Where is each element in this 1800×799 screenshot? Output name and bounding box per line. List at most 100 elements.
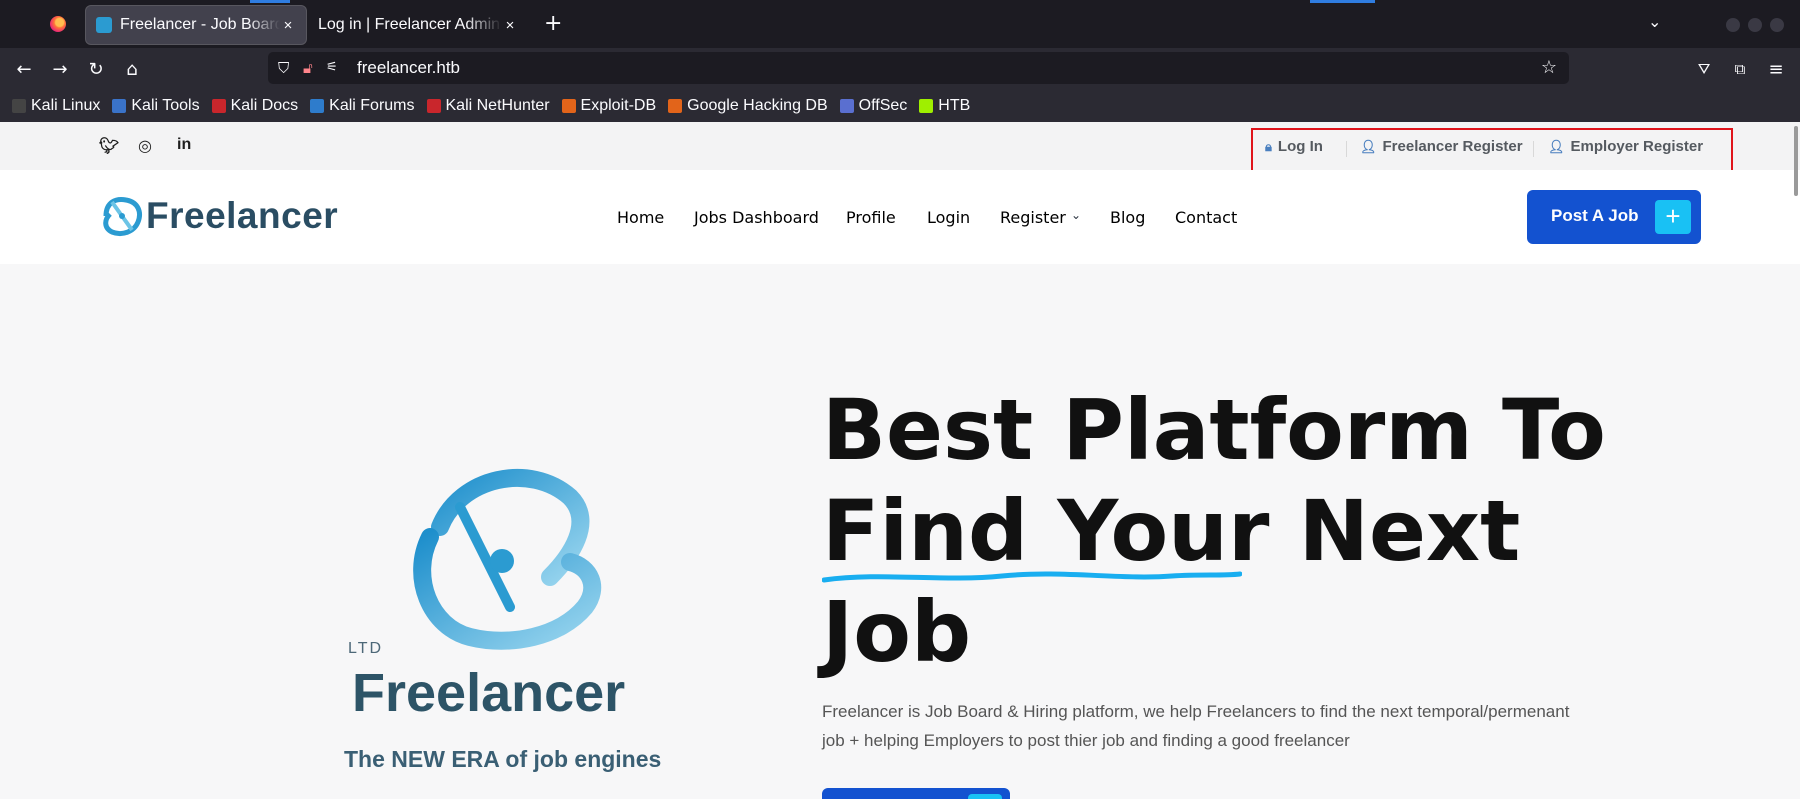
extensions-icon[interactable]: ⧉ — [1728, 57, 1752, 81]
minimize-button[interactable] — [1726, 18, 1740, 32]
close-tab-icon[interactable]: × — [280, 17, 296, 34]
home-icon[interactable]: ⌂ — [120, 57, 144, 81]
ghdb-icon — [668, 99, 683, 113]
bookmark-label: OffSec — [858, 97, 908, 114]
lock-insecure-icon[interactable]: 🔓︎ — [303, 59, 313, 77]
bookmark-star-icon[interactable]: ☆ — [1541, 57, 1557, 78]
headline-word: Next — [1298, 482, 1521, 580]
freelancer-favicon-icon — [96, 17, 112, 33]
browser-tabstrip: Freelancer - Job Board × Log in | Freela… — [0, 0, 1800, 48]
bookmark-kali-tools[interactable]: Kali Tools — [112, 97, 200, 115]
web-page: 🐦︎ ◎ in 🔒︎ Log In 👤︎ Freelancer Register 👤… — [0, 122, 1800, 799]
bookmark-label: Kali Linux — [31, 97, 101, 114]
site-header: Freelancer Home Jobs Dashboard Profile L… — [0, 170, 1800, 264]
chevron-down-icon[interactable]: ⌄ — [1071, 208, 1081, 222]
bookmark-kali-nethunter[interactable]: Kali NetHunter — [426, 97, 550, 115]
bookmark-exploit-db[interactable]: Exploit-DB — [561, 97, 657, 115]
logo-wordmark: Freelancer — [146, 195, 339, 236]
linkedin-icon[interactable]: in — [177, 136, 191, 154]
user-icon: 👤︎ — [1360, 138, 1377, 154]
nethunter-icon — [426, 99, 441, 113]
bookmark-label: HTB — [938, 97, 971, 114]
bookmark-label: Google Hacking DB — [687, 97, 828, 114]
logo-ltd: LTD — [348, 640, 384, 657]
maximize-button[interactable] — [1748, 18, 1762, 32]
employer-register-link[interactable]: 👤︎ Employer Register — [1548, 138, 1703, 155]
tab-indicator — [250, 0, 290, 3]
hero-description: Freelancer is Job Board & Hiring platfor… — [822, 702, 1570, 750]
employer-register-label: Employer Register — [1570, 138, 1704, 155]
bookmark-label: Kali NetHunter — [445, 97, 550, 114]
htb-icon — [919, 99, 934, 113]
url-text[interactable]: freelancer.htb — [357, 58, 460, 78]
post-job-label: Post A Job — [1551, 206, 1639, 225]
hero-cta-button[interactable] — [822, 788, 1010, 799]
close-tab-icon[interactable]: × — [502, 17, 518, 34]
page-scrollbar[interactable] — [1794, 126, 1798, 196]
freelancer-logo-icon — [103, 197, 142, 237]
chevron-down-icon[interactable]: ⌄ — [1648, 12, 1661, 31]
freelancer-register-label: Freelancer Register — [1382, 138, 1523, 155]
bookmark-kali-docs[interactable]: Kali Docs — [211, 97, 299, 115]
twitter-icon[interactable]: 🐦︎ — [99, 136, 119, 155]
menu-profile[interactable]: Profile — [846, 208, 896, 227]
exploit-db-icon — [561, 99, 576, 113]
new-tab-button[interactable]: + — [544, 11, 562, 36]
menu-blog[interactable]: Blog — [1110, 208, 1145, 227]
browser-navbar: ← → ↻ ⌂ ⛉ 🔓︎ ⚟ freelancer.htb ☆ ⛛ ⧉ ≡ — [0, 48, 1800, 90]
kali-tools-icon — [112, 99, 127, 113]
bookmark-label: Exploit-DB — [580, 97, 657, 114]
lock-icon: 🔒︎ — [1265, 138, 1272, 154]
back-arrow-icon[interactable]: ← — [12, 57, 36, 81]
close-window-button[interactable] — [1770, 18, 1784, 32]
tab-indicator — [1310, 0, 1375, 3]
menu-register[interactable]: Register — [1000, 208, 1066, 227]
reload-icon[interactable]: ↻ — [84, 57, 108, 81]
login-link[interactable]: 🔒︎ Log In — [1265, 138, 1323, 155]
user-icon: 👤︎ — [1548, 138, 1565, 154]
offsec-icon — [839, 99, 854, 113]
bookmark-kali-forums[interactable]: Kali Forums — [310, 97, 415, 115]
menu-home[interactable]: Home — [617, 208, 664, 227]
url-bar[interactable]: ⛉ 🔓︎ ⚟ freelancer.htb ☆ — [268, 52, 1569, 84]
bookmark-kali-linux[interactable]: Kali Linux — [12, 97, 100, 115]
tab-freelancer[interactable]: Freelancer - Job Board × — [86, 6, 306, 44]
login-label: Log In — [1277, 138, 1323, 155]
site-logo[interactable]: Freelancer — [98, 192, 338, 240]
bookmark-label: Kali Tools — [131, 97, 200, 114]
kali-icon — [12, 99, 26, 113]
bookmark-label: Kali Forums — [329, 97, 415, 114]
hero-logo-name: Freelancer — [352, 663, 626, 723]
menu-icon[interactable]: ≡ — [1764, 57, 1788, 81]
freelancer-register-link[interactable]: 👤︎ Freelancer Register — [1360, 138, 1523, 155]
hero-logo-mark — [413, 468, 602, 650]
kali-forums-icon — [310, 99, 325, 113]
headline-line-3: Job — [822, 583, 972, 681]
bookmark-label: Kali Docs — [230, 97, 299, 114]
bookmark-offsec[interactable]: OffSec — [839, 97, 908, 115]
firefox-icon[interactable] — [50, 16, 66, 32]
tab-title: Log in | Freelancer Admin — [318, 16, 501, 33]
pocket-icon[interactable]: ⛛ — [1692, 57, 1716, 81]
tab-title: Freelancer - Job Board — [120, 16, 280, 33]
site-topbar: 🐦︎ ◎ in 🔒︎ Log In 👤︎ Freelancer Register 👤… — [0, 122, 1800, 176]
menu-login[interactable]: Login — [927, 208, 970, 227]
permissions-icon[interactable]: ⚟ — [326, 60, 338, 75]
kali-docs-icon — [211, 99, 226, 113]
tab-admin-login[interactable]: Log in | Freelancer Admin × — [308, 6, 528, 44]
plus-icon: + — [1655, 200, 1691, 234]
post-job-button[interactable]: Post A Job + — [1527, 190, 1701, 244]
hero-headline: Best Platform To Find Your Next Job — [822, 380, 1622, 683]
instagram-icon[interactable]: ◎ — [138, 136, 152, 155]
shield-icon[interactable]: ⛉ — [278, 59, 289, 77]
headline-line-1: Best Platform To — [822, 381, 1606, 479]
bookmark-google-hacking-db[interactable]: Google Hacking DB — [668, 97, 828, 115]
hero-logo-tagline: The NEW ERA of job engines — [344, 746, 662, 772]
menu-jobs-dashboard[interactable]: Jobs Dashboard — [694, 208, 819, 227]
bookmarks-bar: Kali Linux Kali Tools Kali Docs Kali For… — [0, 90, 1800, 122]
bookmark-htb[interactable]: HTB — [919, 97, 970, 115]
menu-contact[interactable]: Contact — [1175, 208, 1237, 227]
forward-arrow-icon[interactable]: → — [48, 57, 72, 81]
divider — [1533, 141, 1534, 157]
divider — [1346, 141, 1347, 157]
